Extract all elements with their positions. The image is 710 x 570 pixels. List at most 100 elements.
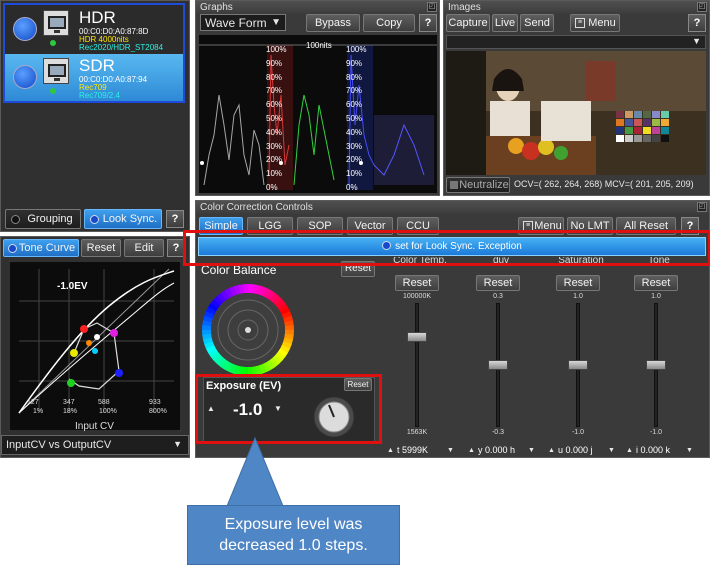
slider-step-down[interactable]: ▼ [608, 447, 615, 454]
radio-icon [90, 215, 99, 224]
images-menu-button[interactable]: ≡ Menu [570, 14, 620, 32]
scale-label: 60% [346, 100, 363, 110]
close-icon[interactable]: ◰ [697, 2, 707, 12]
tick-label: 588 [98, 399, 110, 406]
tone-curve-edit-button[interactable]: Edit [124, 239, 164, 257]
graph-mode-dropdown[interactable]: Wave Form ▼ [200, 14, 286, 31]
scale-label: 50% [346, 114, 363, 123]
slider-reset-button[interactable]: Reset [634, 275, 678, 291]
device-item-sdr[interactable]: SDR 00:C0:D0:A0:87:94 Rec709 Rec709/2.4 [5, 54, 183, 101]
radio-icon [8, 244, 17, 253]
bypass-button[interactable]: Bypass [306, 14, 360, 32]
slider-step-up[interactable]: ▲ [548, 447, 555, 454]
slider-value: u 0.000 j [558, 445, 593, 455]
slider-step-up[interactable]: ▲ [626, 447, 633, 454]
scale-label: 100% [346, 45, 367, 54]
close-icon[interactable]: ◰ [697, 202, 707, 212]
slider-step-up[interactable]: ▲ [468, 447, 475, 454]
slider-knob[interactable] [407, 331, 427, 342]
scale-label: 50% [266, 114, 283, 123]
callout-text: Exposure level was decreased 1.0 steps. [219, 516, 368, 554]
menu-icon: ≡ [575, 18, 585, 28]
captured-image [446, 51, 706, 175]
scale-label: 70% [346, 86, 363, 96]
live-button[interactable]: Live [492, 14, 518, 32]
neutralize-button[interactable]: Neutralize [446, 177, 510, 193]
device-item-hdr[interactable]: HDR 00:C0:D0:A0:87:8D HDR 4000nits Rec20… [5, 6, 183, 53]
help-button[interactable]: ? [688, 14, 706, 32]
highlight-look-sync [183, 230, 710, 266]
checkbox-icon [450, 181, 458, 189]
tone-curve-tab[interactable]: Tone Curve [3, 239, 79, 257]
slider-max-label: 1.0 [573, 293, 583, 300]
tone-curve-reset-button[interactable]: Reset [81, 239, 121, 257]
tone-curve-tab-label: Tone Curve [18, 242, 76, 254]
grouping-label: Grouping [27, 213, 73, 225]
device-colorspace: Rec2020/HDR_ST2084 [79, 43, 164, 52]
slider-min-label: -1.0 [649, 429, 663, 436]
slider-value: t 5999K [397, 445, 429, 455]
scale-label: 0% [266, 183, 278, 192]
slider-knob[interactable] [568, 360, 588, 370]
images-panel: Images ◰ Capture Live Send ≡ Menu ? ▼ Ne… [443, 0, 710, 196]
scale-label: 10% [266, 169, 283, 179]
slider-reset-button[interactable]: Reset [476, 275, 520, 291]
device-select-circle[interactable] [13, 17, 37, 41]
slider-step-up[interactable]: ▲ [387, 447, 394, 454]
curve-mode-dropdown[interactable]: InputCV vs OutputCV ▼ [1, 435, 189, 455]
close-icon[interactable]: ◰ [427, 2, 437, 12]
help-button[interactable]: ? [166, 210, 184, 228]
graphs-title: Graphs [196, 1, 439, 14]
slider-value: i 0.000 k [636, 445, 671, 455]
dropdown-value: Wave Form [205, 16, 267, 30]
scale-label: 20% [346, 155, 363, 165]
slider-step-down[interactable]: ▼ [528, 447, 535, 454]
color-balance-wheel[interactable] [201, 283, 295, 377]
device-list-panel: HDR 00:C0:D0:A0:87:8D HDR 4000nits Rec20… [0, 0, 190, 232]
slider-step-down[interactable]: ▼ [686, 447, 693, 454]
monitor-icon [43, 58, 69, 84]
slider-knob[interactable] [646, 360, 666, 370]
slider-track[interactable] [415, 303, 419, 427]
scale-label: 70% [266, 86, 283, 96]
scale-label: 30% [266, 141, 283, 151]
highlight-exposure [195, 374, 382, 444]
image-select-dropdown[interactable]: ▼ [446, 35, 706, 49]
slider-knob[interactable] [488, 360, 508, 370]
scale-label: 10% [346, 169, 363, 179]
device-select-circle[interactable] [13, 65, 37, 89]
scale-label: 20% [266, 155, 283, 165]
copy-button[interactable]: Copy [363, 14, 415, 32]
images-title: Images [444, 1, 709, 14]
device-colorspace: Rec709/2.4 [79, 91, 120, 100]
tick-label: 800% [149, 408, 167, 415]
scale-label: 40% [266, 127, 283, 137]
look-sync-tab[interactable]: Look Sync. [84, 209, 162, 229]
scale-label: 60% [266, 100, 283, 110]
slider-value: y 0.000 h [478, 445, 516, 455]
send-button[interactable]: Send [520, 14, 554, 32]
scale-label: 0% [346, 183, 358, 192]
slider-max-label: 0.3 [493, 293, 503, 300]
capture-button[interactable]: Capture [446, 14, 490, 32]
help-button[interactable]: ? [419, 14, 437, 32]
chevron-down-icon: ▼ [173, 439, 182, 449]
slider-step-down[interactable]: ▼ [447, 447, 454, 454]
neutralize-label: Neutralize [459, 179, 509, 191]
scale-label: 100% [266, 45, 287, 54]
slider-reset-button[interactable]: Reset [395, 275, 439, 291]
tick-label: 933 [149, 399, 161, 406]
grouping-tab[interactable]: Grouping [5, 209, 81, 229]
status-dot [50, 40, 56, 46]
nits-label: 100nits [306, 41, 332, 50]
chevron-down-icon: ▼ [271, 17, 281, 28]
callout-box: Exposure level was decreased 1.0 steps. [187, 505, 400, 565]
look-sync-label: Look Sync. [102, 213, 158, 225]
slider-reset-button[interactable]: Reset [556, 275, 600, 291]
waveform-display [199, 35, 437, 193]
tick-label: 18% [63, 408, 78, 415]
tick-label: 347 [63, 399, 75, 406]
menu-label: Menu [588, 17, 616, 29]
scale-label: 80% [346, 72, 363, 82]
device-name: SDR [79, 56, 115, 75]
